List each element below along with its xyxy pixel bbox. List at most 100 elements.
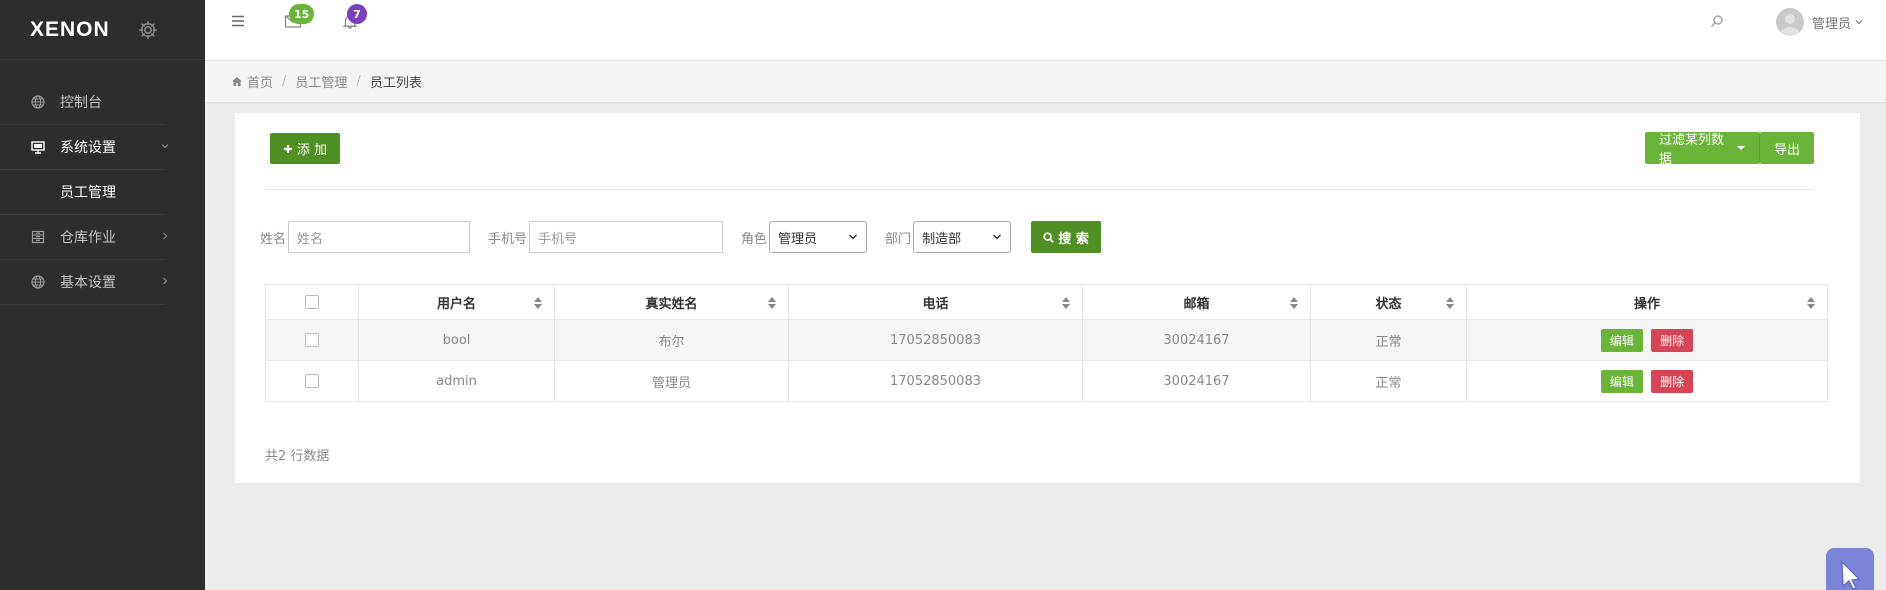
cell-status: 正常 [1310,319,1467,361]
edit-button[interactable]: 编辑 [1600,328,1643,352]
search-form: 姓名 姓名 手机号 手机号 角色 管理员 部门 制造部 搜 索 [260,221,1102,253]
sort-icon [1062,297,1070,309]
sidebar-item-label: 员工管理 [60,185,116,201]
cell-status: 正常 [1310,360,1467,402]
add-button[interactable]: 添 加 [270,133,340,164]
row-checkbox[interactable] [305,333,319,347]
sort-icon [1290,297,1298,309]
column-header-email[interactable]: 邮箱 [1082,284,1311,320]
select-all-checkbox[interactable] [305,295,319,309]
globe-icon [30,274,46,290]
sort-icon [768,297,776,309]
cell-email: 30024167 [1082,319,1311,361]
cursor-arrow-icon [1833,556,1867,590]
avatar [1775,8,1804,36]
dept-value: 制造部 [922,231,962,247]
sidebar-item-label: 控制台 [60,95,102,111]
breadcrumb-employee-management[interactable]: 员工管理 [295,72,347,91]
sidebar-nav: 控制台 系统设置 员工管理 仓库作业 基本设置 [0,80,205,305]
floating-widget[interactable] [1826,548,1874,590]
name-label: 姓名 [260,231,287,247]
home-icon [231,76,243,87]
menu-icon[interactable] [230,13,248,31]
sidebar-item-label: 基本设置 [60,275,116,291]
caret-down-icon [1737,145,1745,151]
table-toolbar: 过滤某列数据 导出 [1645,132,1814,167]
sidebar-item-system-settings[interactable]: 系统设置 [0,125,169,170]
gear-icon[interactable] [138,20,158,40]
sort-icon [1807,297,1815,309]
chevron-down-icon [992,233,1002,241]
cell-phone: 17052850083 [788,319,1083,361]
cell-phone: 17052850083 [788,360,1083,402]
export-button[interactable]: 导出 [1760,132,1814,164]
archive-icon [30,229,46,245]
employee-table: 用户名 真实姓名 电话 邮箱 状态 操作 bool 布尔 17052850083… [265,284,1828,402]
cell-realname: 管理员 [554,360,789,402]
sidebar-item-console[interactable]: 控制台 [0,80,165,125]
row-select-cell [265,360,359,402]
brand: XENON [0,0,205,60]
cell-actions: 编辑 删除 [1466,319,1828,361]
chevron-right-icon [159,230,173,244]
chevron-down-icon [848,233,858,241]
sidebar: XENON 控制台 系统设置 员工管理 仓库作业 基本设置 [0,0,205,590]
search-icon[interactable] [1710,14,1728,32]
sidebar-item-basic-settings[interactable]: 基本设置 [0,260,168,305]
cell-realname: 布尔 [554,319,789,361]
topbar: 15 7 管理员 [205,0,1886,61]
dept-label: 部门 [885,231,912,247]
phone-input[interactable]: 手机号 [529,221,724,253]
column-header-username[interactable]: 用户名 [358,284,555,320]
sidebar-item-warehouse[interactable]: 仓库作业 [0,215,168,260]
breadcrumb: 首页 / 员工管理 / 员工列表 [205,61,1886,103]
edit-button[interactable]: 编辑 [1600,369,1643,393]
column-header-phone[interactable]: 电话 [788,284,1083,320]
bell-count-badge: 7 [347,4,367,24]
mail-count-badge: 15 [289,4,315,24]
sidebar-item-label: 系统设置 [60,140,116,156]
table-header-row: 用户名 真实姓名 电话 邮箱 状态 操作 [265,284,1828,320]
select-all-cell [265,284,359,320]
dept-select[interactable]: 制造部 [913,221,1012,253]
column-header-status[interactable]: 状态 [1310,284,1467,320]
add-label: 添 加 [296,143,328,158]
chevron-right-icon [159,275,173,289]
cell-actions: 编辑 删除 [1466,360,1828,402]
row-checkbox[interactable] [305,374,319,388]
row-count-text: 共2 行数据 [265,449,330,464]
delete-button[interactable]: 删除 [1651,369,1694,393]
search-label: 搜 索 [1058,231,1089,247]
phone-label: 手机号 [488,231,528,247]
delete-button[interactable]: 删除 [1651,328,1694,352]
monitor-icon [30,139,46,155]
breadcrumb-home[interactable]: 首页 [247,72,273,91]
cell-username: admin [358,360,555,402]
content-panel: 添 加 过滤某列数据 导出 姓名 姓名 手机号 手机号 角色 管理员 部门 制造… [235,113,1860,483]
filter-columns-button[interactable]: 过滤某列数据 [1645,132,1760,167]
chevron-down-icon [159,140,173,154]
sort-icon [534,297,542,309]
search-button[interactable]: 搜 索 [1031,221,1102,253]
user-menu[interactable]: 管理员 [1775,8,1864,36]
globe-icon [30,94,46,110]
column-header-realname[interactable]: 真实姓名 [554,284,789,320]
role-value: 管理员 [778,231,818,247]
divider [265,189,1814,190]
cell-username: bool [358,319,555,361]
name-input[interactable]: 姓名 [288,221,471,253]
brand-logo[interactable]: XENON [30,18,110,42]
column-header-actions[interactable]: 操作 [1466,284,1828,320]
table-row[interactable]: admin 管理员 17052850083 30024167 正常 编辑 删除 [265,360,1828,402]
user-name: 管理员 [1811,16,1851,32]
role-select[interactable]: 管理员 [769,221,868,253]
sidebar-item-employee-management[interactable]: 员工管理 [0,170,165,215]
search-icon [1043,231,1055,243]
cell-email: 30024167 [1082,360,1311,402]
role-label: 角色 [741,231,768,247]
table-row[interactable]: bool 布尔 17052850083 30024167 正常 编辑 删除 [265,319,1828,361]
row-select-cell [265,319,359,361]
chevron-down-icon [1854,17,1864,27]
sidebar-item-label: 仓库作业 [60,230,116,246]
filter-label: 过滤某列数据 [1659,133,1725,167]
